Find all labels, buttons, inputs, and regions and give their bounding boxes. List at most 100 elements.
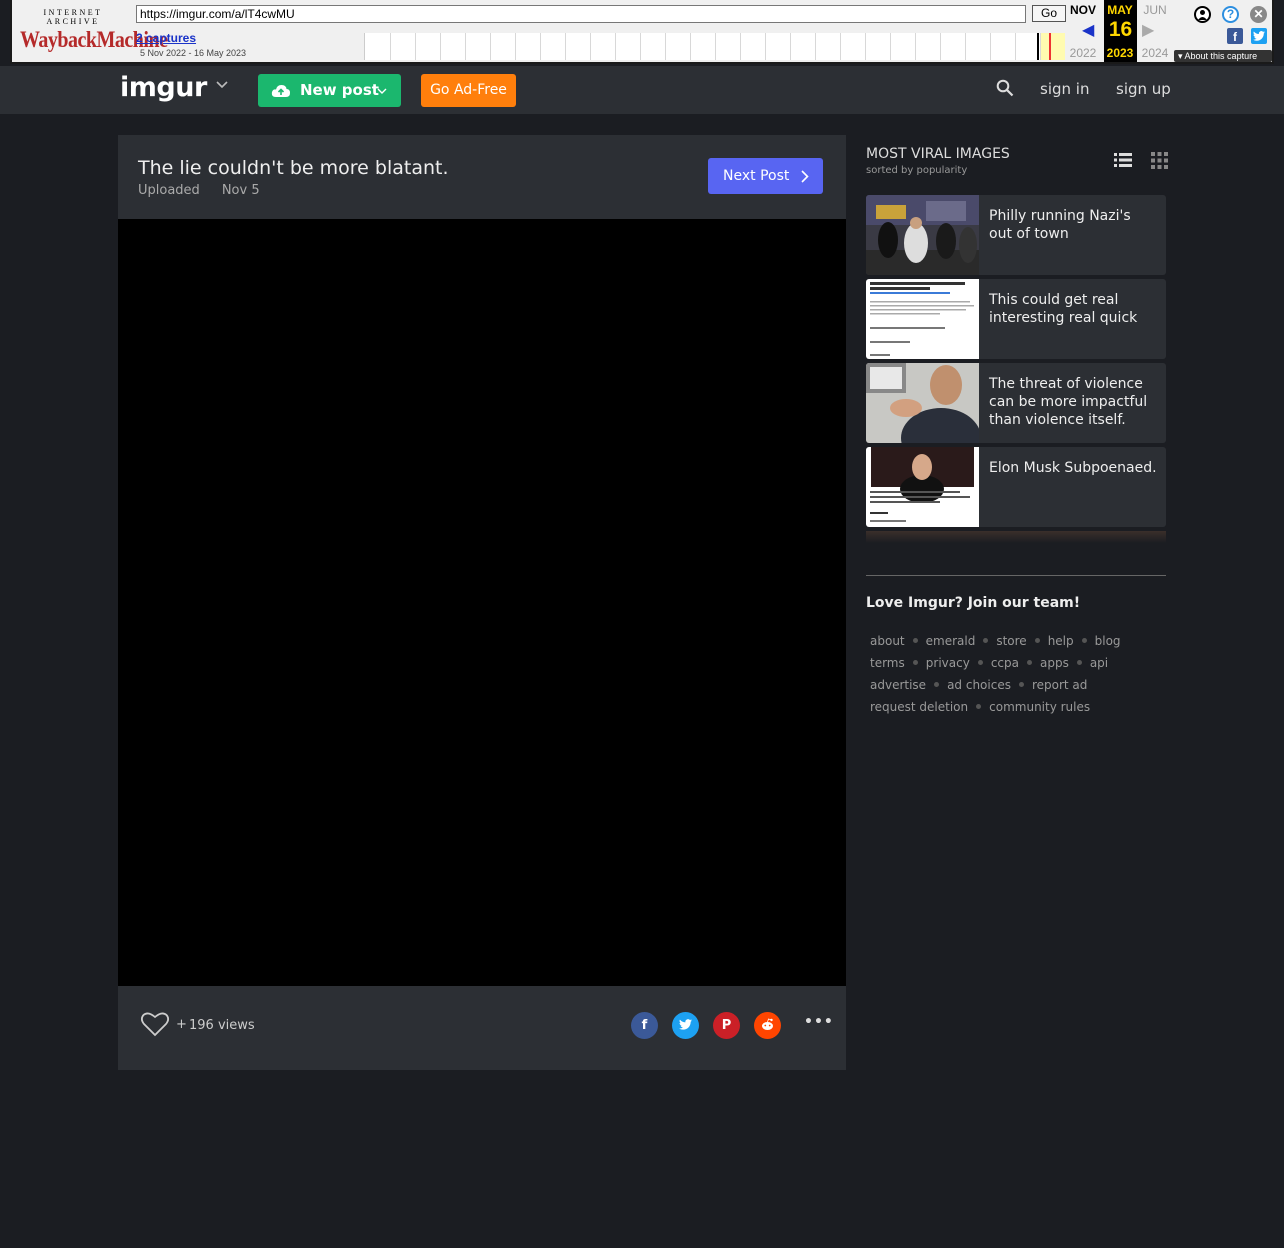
footer-link-terms[interactable]: terms: [870, 656, 905, 670]
wayback-captures-link[interactable]: 2 captures: [136, 31, 196, 45]
favorite-plus: +: [176, 1017, 187, 1032]
post-meta: Uploaded Nov 5: [138, 183, 260, 198]
chevron-down-icon[interactable]: [216, 78, 228, 93]
viral-item-title: Elon Musk Subpoenaed.: [989, 460, 1157, 476]
viral-item-title: Philly running Nazi's out of town: [989, 208, 1131, 242]
next-post-button[interactable]: Next Post: [708, 158, 823, 194]
viral-item[interactable]: Philly running Nazi's out of town: [866, 195, 1166, 275]
reddit-icon: [762, 1017, 773, 1030]
sign-up-link[interactable]: sign up: [1116, 80, 1171, 98]
search-icon[interactable]: [996, 79, 1014, 101]
footer-link-store[interactable]: store: [996, 634, 1026, 648]
next-post-label: Next Post: [723, 168, 790, 184]
footer-link-ad-choices[interactable]: ad choices: [947, 678, 1011, 692]
go-ad-free-button[interactable]: Go Ad-Free: [421, 74, 516, 107]
wayback-url-input[interactable]: https://imgur.com/a/lT4cwMU: [136, 5, 1026, 23]
imgur-logo[interactable]: imgur: [120, 72, 207, 103]
wayback-cur-month: MAY: [1107, 3, 1133, 17]
wayback-prev-arrow-icon[interactable]: ◀: [1082, 20, 1094, 40]
post-media[interactable]: [118, 219, 846, 986]
viral-item[interactable]: Elon Musk Subpoenaed.: [866, 447, 1166, 527]
sparkline-current-year: [1040, 33, 1065, 60]
help-icon[interactable]: ?: [1222, 6, 1239, 23]
about-capture-label: About this capture: [1184, 51, 1258, 61]
footer-link-emerald[interactable]: emerald: [926, 634, 976, 648]
viral-thumbnail: [866, 447, 979, 527]
more-viral-fade: [866, 531, 1166, 543]
facebook-icon: f: [641, 1018, 648, 1033]
sidebar-subtitle: sorted by popularity: [866, 165, 968, 176]
about-capture-button[interactable]: ▾ About this capture: [1174, 50, 1272, 62]
pinterest-icon: P: [721, 1018, 732, 1033]
join-team-link[interactable]: Love Imgur? Join our team!: [866, 595, 1080, 611]
footer-link-ccpa[interactable]: ccpa: [991, 656, 1019, 670]
wayback-next-year: 2024: [1141, 46, 1169, 60]
wayback-capture-range: 5 Nov 2022 - 16 May 2023: [140, 48, 247, 58]
sparkline-capture: [1037, 33, 1039, 60]
wayback-next-arrow-icon: ▶: [1142, 22, 1155, 39]
wayback-prev-year: 2022: [1069, 46, 1097, 60]
user-icon[interactable]: [1194, 6, 1211, 23]
wayback-logo-top: INTERNET ARCHIVE: [43, 8, 103, 26]
viral-item-title: This could get real interesting real qui…: [989, 292, 1138, 326]
facebook-share-button[interactable]: f: [631, 1012, 658, 1039]
wayback-current-capture: MAY 16 2023: [1104, 0, 1137, 62]
footer-link-community-rules[interactable]: community rules: [989, 700, 1090, 714]
heart-icon[interactable]: [140, 1010, 170, 1042]
viral-item[interactable]: The threat of violence can be more impac…: [866, 363, 1166, 443]
imgur-navbar: imgur New post Go Ad-Free sign in sign u…: [0, 66, 1284, 114]
footer-link-advertise[interactable]: advertise: [870, 678, 926, 692]
wayback-cur-day: 16: [1108, 18, 1133, 41]
wayback-go-button[interactable]: Go: [1032, 5, 1066, 22]
footer-link-blog[interactable]: blog: [1095, 634, 1121, 648]
wayback-logo[interactable]: INTERNET ARCHIVE WaybackMachine: [20, 8, 168, 53]
footer-links-row: advertise ad choices report ad: [870, 678, 1087, 692]
new-post-label: New post: [300, 81, 379, 99]
footer-link-report-ad[interactable]: report ad: [1032, 678, 1087, 692]
uploaded-label: Uploaded: [138, 183, 200, 198]
grid-view-icon[interactable]: [1151, 152, 1168, 173]
sidebar-divider: [866, 575, 1166, 576]
pinterest-share-button[interactable]: P: [713, 1012, 740, 1039]
viral-item[interactable]: This could get real interesting real qui…: [866, 279, 1166, 359]
chevron-right-icon: [801, 158, 809, 194]
footer-link-about[interactable]: about: [870, 634, 905, 648]
close-icon[interactable]: ✕: [1250, 6, 1267, 23]
new-post-button[interactable]: New post: [258, 74, 401, 107]
footer-link-apps[interactable]: apps: [1040, 656, 1069, 670]
footer-link-privacy[interactable]: privacy: [926, 656, 970, 670]
list-view-icon[interactable]: [1114, 152, 1132, 172]
footer-link-help[interactable]: help: [1048, 634, 1074, 648]
wayback-toolbar: INTERNET ARCHIVE WaybackMachine https://…: [10, 0, 1274, 64]
wayback-cur-year: 2023: [1106, 46, 1134, 60]
view-count: 196 views: [189, 1018, 255, 1033]
chevron-down-icon: [377, 74, 387, 107]
footer-link-request-deletion[interactable]: request deletion: [870, 700, 968, 714]
footer-links-row: request deletion community rules: [870, 700, 1090, 714]
wayback-prev-month[interactable]: NOV: [1068, 3, 1098, 17]
viral-item-title: The threat of violence can be more impac…: [989, 376, 1148, 428]
viral-thumbnail: [866, 279, 979, 359]
footer-link-api[interactable]: api: [1090, 656, 1108, 670]
sidebar-title: MOST VIRAL IMAGES: [866, 146, 1010, 162]
twitter-icon: [679, 1018, 692, 1030]
wayback-next-month: JUN: [1143, 3, 1167, 17]
footer-links-row: about emerald store help blog: [870, 634, 1121, 648]
twitter-share-button[interactable]: [672, 1012, 699, 1039]
twitter-share-icon[interactable]: [1251, 28, 1267, 44]
wayback-sparkline[interactable]: [364, 33, 1065, 60]
more-options-button[interactable]: •••: [804, 1014, 834, 1030]
upload-cloud-icon: [271, 74, 291, 107]
post-date: Nov 5: [221, 183, 260, 198]
viral-thumbnail: [866, 363, 979, 443]
post-footer: + 196 views f P •••: [118, 986, 846, 1070]
reddit-share-button[interactable]: [754, 1012, 781, 1039]
post-title: The lie couldn't be more blatant.: [138, 157, 449, 179]
sign-in-link[interactable]: sign in: [1040, 80, 1089, 98]
footer-links-row: terms privacy ccpa apps api: [870, 656, 1108, 670]
wayback-logo-main: WaybackMachine: [20, 27, 168, 53]
sparkline-capture-current: [1049, 33, 1051, 60]
post-header: The lie couldn't be more blatant. Upload…: [118, 135, 846, 219]
facebook-share-icon[interactable]: f: [1227, 28, 1243, 44]
viral-thumbnail: [866, 195, 979, 275]
